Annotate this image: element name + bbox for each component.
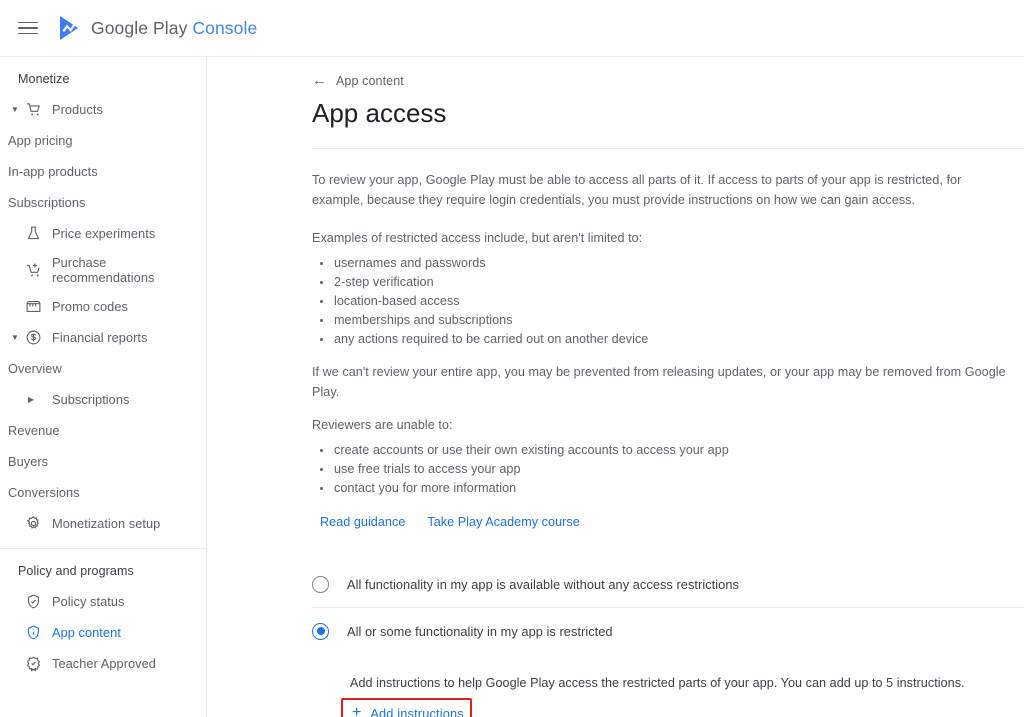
list-item: location-based access <box>320 292 1024 311</box>
play-academy-course-link[interactable]: Take Play Academy course <box>427 515 579 529</box>
sidebar-section-title-monetize: Monetize <box>18 72 70 86</box>
reviewers-list: create accounts or use their own existin… <box>312 441 1024 498</box>
content-body: To review your app, Google Play must be … <box>312 149 1024 529</box>
sidebar-item-label: Revenue <box>8 423 60 438</box>
intro-paragraph: To review your app, Google Play must be … <box>312 173 962 207</box>
shopping-cart-icon <box>22 99 44 121</box>
sidebar-item-app-pricing[interactable]: App pricing <box>0 125 206 156</box>
sidebar-item-conversions[interactable]: Conversions <box>0 477 206 508</box>
breadcrumb[interactable]: ← App content <box>312 73 404 88</box>
sidebar-item-overview[interactable]: Overview <box>0 353 206 384</box>
radio-option-unrestricted[interactable]: All functionality in my app is available… <box>312 561 1024 607</box>
list-item: any actions required to be carried out o… <box>320 330 1024 349</box>
sidebar-item-promo-codes[interactable]: Promo codes <box>0 291 206 322</box>
badge-check-icon <box>22 653 44 675</box>
shield-check-icon <box>22 591 44 613</box>
sidebar-item-financial-subscriptions[interactable]: ▶ Subscriptions <box>0 384 206 415</box>
sidebar-item-label: Monetization setup <box>52 516 161 531</box>
shield-info-icon <box>22 622 44 644</box>
sidebar-item-label: Buyers <box>8 454 49 469</box>
gear-icon <box>22 513 44 535</box>
hamburger-line <box>18 27 38 29</box>
storefront-icon <box>22 296 44 318</box>
sidebar-section-title-policy: Policy and programs <box>18 564 134 578</box>
read-guidance-link[interactable]: Read guidance <box>320 515 405 529</box>
hamburger-line <box>18 32 38 35</box>
sidebar-item-label: Teacher Approved <box>52 656 156 671</box>
sidebar-item-price-experiments[interactable]: Price experiments <box>0 218 206 249</box>
brand-title: Google Play Console <box>91 18 257 39</box>
warning-paragraph: If we can't review your entire app, you … <box>312 365 1006 399</box>
sidebar-item-financial-reports[interactable]: ▼ Financial reports <box>0 322 206 353</box>
dollar-circle-icon <box>22 327 44 349</box>
restricted-details: Add instructions to help Google Play acc… <box>341 654 1024 717</box>
brand-title-secondary: Console <box>192 17 258 38</box>
radio-option-restricted[interactable]: All or some functionality in my app is r… <box>312 608 1024 654</box>
sidebar-item-label: App content <box>52 625 121 640</box>
main-content: ← App content App access To review your … <box>207 56 1024 717</box>
sidebar-item-label: Promo codes <box>52 299 128 314</box>
sidebar-item-label: App pricing <box>8 133 73 148</box>
list-item: memberships and subscriptions <box>320 311 1024 330</box>
top-bar: Google Play Console <box>0 0 1024 56</box>
chevron-right-icon[interactable]: ▶ <box>24 395 38 404</box>
sidebar-item-revenue[interactable]: Revenue <box>0 415 206 446</box>
google-play-logo <box>60 16 78 40</box>
sidebar-item-label: Financial reports <box>52 330 148 345</box>
sidebar-item-teacher-approved[interactable]: Teacher Approved <box>0 648 206 679</box>
list-item: use free trials to access your app <box>320 460 1024 479</box>
sidebar-item-purchase-recommendations[interactable]: Purchase recommendations <box>0 249 206 291</box>
flask-icon <box>22 223 44 245</box>
brand-logo-group[interactable]: Google Play Console <box>58 15 257 41</box>
brand-title-primary: Google Play <box>91 17 193 38</box>
instructions-description: Add instructions to help Google Play acc… <box>350 676 965 690</box>
chevron-down-icon[interactable]: ▼ <box>8 105 22 114</box>
radio-option-label: All functionality in my app is available… <box>347 576 739 592</box>
sidebar-item-label: Purchase recommendations <box>52 254 155 286</box>
sidebar-item-subscriptions[interactable]: Subscriptions <box>0 187 206 218</box>
sidebar: Monetize ▼ Products App pricing In-app p… <box>0 56 207 717</box>
sidebar-item-label: Overview <box>8 361 62 376</box>
add-instructions-label: Add instructions <box>370 705 464 717</box>
hamburger-line <box>18 21 38 24</box>
cart-plus-icon <box>22 259 44 281</box>
sidebar-item-policy-status[interactable]: Policy status <box>0 586 206 617</box>
sidebar-item-label: In-app products <box>8 164 98 179</box>
radio-indicator[interactable] <box>312 575 329 593</box>
sidebar-item-products[interactable]: ▼ Products <box>0 94 206 125</box>
sidebar-item-label: Policy status <box>52 594 125 609</box>
list-item: create accounts or use their own existin… <box>320 441 1024 460</box>
sidebar-item-label: Subscriptions <box>52 392 130 407</box>
radio-indicator-selected[interactable] <box>312 622 329 640</box>
sidebar-item-in-app-products[interactable]: In-app products <box>0 156 206 187</box>
sidebar-item-label: Products <box>52 102 103 117</box>
examples-heading: Examples of restricted access include, b… <box>312 231 643 245</box>
chevron-down-icon[interactable]: ▼ <box>8 333 22 342</box>
help-links: Read guidance Take Play Academy course <box>312 515 1024 529</box>
page-title: App access <box>312 98 447 128</box>
list-item: contact you for more information <box>320 479 1024 498</box>
sidebar-item-label: Price experiments <box>52 226 156 241</box>
list-item: 2-step verification <box>320 273 1024 292</box>
sidebar-item-app-content[interactable]: App content <box>0 617 206 648</box>
add-instructions-button[interactable]: + Add instructions <box>350 705 468 717</box>
breadcrumb-label: App content <box>336 73 404 88</box>
hamburger-menu-icon[interactable] <box>18 17 40 39</box>
radio-option-label: All or some functionality in my app is r… <box>347 623 613 639</box>
app-root: Google Play Console Monetize ▼ Products … <box>0 0 1024 717</box>
sidebar-item-label: Conversions <box>8 485 80 500</box>
examples-list: usernames and passwords 2-step verificat… <box>312 254 1024 349</box>
arrow-left-icon[interactable]: ← <box>312 73 327 88</box>
list-item: usernames and passwords <box>320 254 1024 273</box>
sidebar-item-label: Subscriptions <box>8 195 86 210</box>
sidebar-item-monetization-setup[interactable]: Monetization setup <box>0 508 206 539</box>
sidebar-item-buyers[interactable]: Buyers <box>0 446 206 477</box>
plus-icon: + <box>352 704 362 717</box>
reviewers-heading: Reviewers are unable to: <box>312 418 453 432</box>
add-instructions-wrapper: + Add instructions <box>341 698 472 717</box>
